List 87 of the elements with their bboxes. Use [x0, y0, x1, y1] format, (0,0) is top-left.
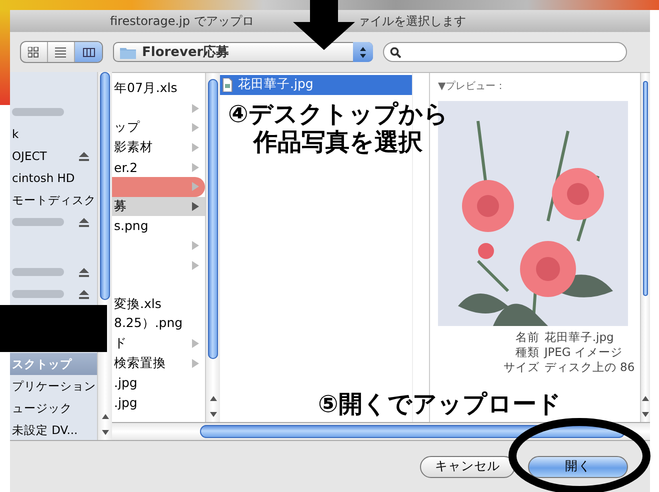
file-row[interactable]: s.png	[112, 216, 205, 236]
file-name: .jpg	[114, 375, 138, 390]
file-name: .jpg	[114, 394, 138, 410]
image-file-icon	[222, 78, 233, 92]
file-name: 影素材	[114, 139, 153, 156]
file-row[interactable]: 8.25）.png	[112, 314, 205, 334]
window-title: ァイルを選択します	[358, 12, 466, 30]
scroll-down-arrow-icon[interactable]	[210, 412, 216, 416]
window-title: firestorage.jp でアップロ	[110, 12, 255, 30]
file-row[interactable]: 年07月.xls	[112, 79, 205, 99]
search-icon	[390, 46, 401, 58]
disclosure-arrow-icon	[192, 260, 199, 270]
file-row[interactable]: er.2	[112, 157, 205, 177]
eject-icon[interactable]	[79, 152, 89, 160]
file-row[interactable]: ップ	[112, 118, 205, 138]
list-view-icon	[55, 46, 67, 58]
sidebar-item[interactable]: OJECT	[10, 145, 97, 167]
folder-icon	[120, 46, 136, 58]
scrollbar[interactable]	[112, 422, 650, 440]
sidebar-item[interactable]: プリケーション	[10, 375, 97, 397]
view-button[interactable]	[75, 42, 102, 62]
stepper-icon	[360, 46, 366, 58]
disclosure-arrow-icon	[192, 182, 199, 192]
blurred-text-bar	[12, 218, 64, 226]
blurred-text-bar	[12, 290, 64, 298]
disclosure-arrow-icon	[192, 241, 199, 250]
search-field[interactable]	[383, 42, 627, 62]
file-row[interactable]: .jpg	[112, 392, 205, 412]
scrollbar[interactable]	[97, 72, 112, 440]
scroll-up-arrow-icon[interactable]	[210, 396, 216, 400]
dialog-button[interactable]: 開く	[528, 456, 628, 478]
file-name: 8.25）.png	[114, 315, 183, 332]
file-name: ド	[114, 335, 127, 352]
file-name: 花田華子.jpg	[238, 76, 314, 94]
eject-icon[interactable]	[79, 268, 89, 276]
sidebar-item[interactable]: k	[10, 123, 97, 145]
annotation-text: ④デスクトップから	[228, 100, 448, 128]
scroll-up-arrow-icon[interactable]	[642, 396, 649, 400]
preview-heading: ▼プレビュー：	[438, 80, 507, 93]
sidebar-item[interactable]: ュージック	[10, 397, 97, 419]
file-name: ップ	[114, 119, 140, 136]
annotation-text: ⑤開くでアップロード	[318, 390, 562, 418]
file-name: 変換.xls	[114, 296, 162, 313]
disclosure-arrow-icon	[192, 162, 199, 172]
file-row[interactable]: 検索置換	[112, 353, 205, 373]
column-view-icon	[82, 46, 94, 58]
eject-icon[interactable]	[79, 218, 89, 226]
scrollbar[interactable]	[640, 73, 650, 422]
info-label: サイズ	[502, 360, 540, 375]
file-row[interactable]: 変換.xls	[112, 294, 205, 314]
scrollbar[interactable]	[205, 73, 220, 422]
blurred-text-bar	[12, 108, 64, 116]
file-row[interactable]: .jpg	[112, 372, 205, 392]
eject-icon[interactable]	[79, 290, 89, 298]
disclosure-arrow-icon	[192, 339, 199, 348]
scroll-down-arrow-icon[interactable]	[642, 412, 649, 416]
file-name: s.png	[114, 218, 148, 234]
sidebar-item[interactable]: モートディスク	[10, 189, 97, 211]
file-name: 募	[114, 198, 127, 215]
file-row[interactable]: 募	[112, 196, 205, 216]
disclosure-arrow-icon	[192, 202, 199, 211]
file-name: 年07月.xls	[114, 80, 178, 98]
file-row[interactable]: ド	[112, 334, 205, 354]
scroll-up-arrow-icon[interactable]	[102, 414, 108, 418]
disclosure-arrow-icon	[192, 104, 199, 113]
info-value: JPEG イメージ	[544, 345, 624, 360]
info-value: ディスク上の 86	[544, 360, 636, 375]
file-row[interactable]: 花田華子.jpg	[220, 75, 412, 95]
folder-popup[interactable]: Florever応募	[113, 42, 373, 62]
dialog-button[interactable]: キャンセル	[420, 456, 515, 478]
grid-view-icon	[28, 46, 40, 58]
info-value: 花田華子.jpg	[544, 330, 615, 345]
file-row[interactable]	[112, 176, 205, 197]
file-name: 検索置換	[114, 354, 166, 372]
info-label: 種類	[514, 345, 540, 360]
disclosure-arrow-icon	[192, 358, 199, 368]
sidebar-item[interactable]: cintosh HD	[10, 167, 97, 189]
file-row[interactable]: 影素材	[112, 138, 205, 158]
scroll-down-arrow-icon[interactable]	[102, 430, 108, 434]
annotation-text: 作品写真を選択	[254, 128, 423, 156]
disclosure-arrow-icon	[192, 143, 199, 152]
annotation-arrow	[293, 0, 355, 50]
info-label: 名前	[514, 330, 540, 345]
file-name: er.2	[114, 160, 138, 175]
blurred-text-bar	[12, 268, 64, 276]
disclosure-arrow-icon	[192, 123, 199, 132]
sidebar-item[interactable]: 未設定 DV...	[10, 419, 97, 440]
